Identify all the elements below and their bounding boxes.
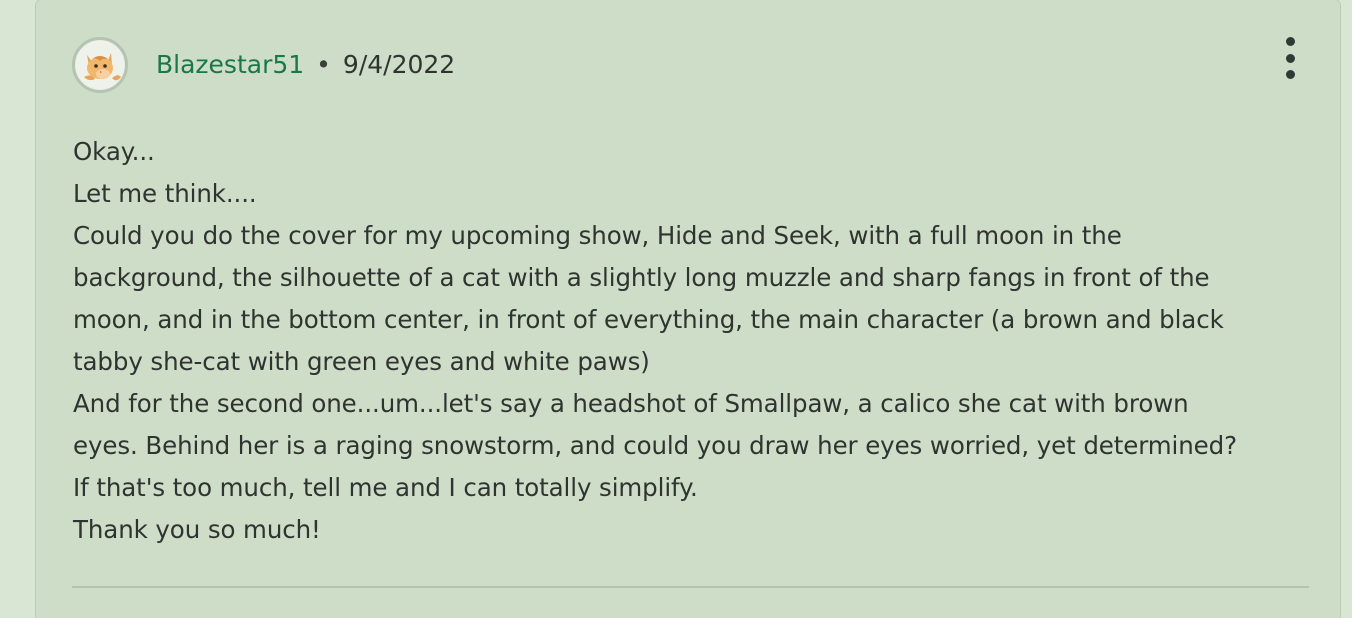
comment-line: background, the silhouette of a cat with… (73, 263, 1210, 292)
page: Blazestar51 • 9/4/2022 Okay... Let me th… (0, 0, 1352, 618)
comment-body: Okay... Let me think.... Could you do th… (73, 131, 1313, 551)
left-background-strip (0, 0, 35, 618)
vertical-ellipsis-icon-dot-1 (1285, 37, 1295, 46)
comment-header: Blazestar51 • 9/4/2022 (72, 34, 455, 96)
vertical-ellipsis-icon-dot-3 (1285, 70, 1295, 79)
vertical-ellipsis-icon-dot-2 (1285, 53, 1295, 63)
comment-line: Let me think.... (73, 179, 257, 208)
comment-card: Blazestar51 • 9/4/2022 Okay... Let me th… (35, 0, 1341, 618)
username-link[interactable]: Blazestar51 (156, 50, 304, 80)
more-options-button[interactable] (1278, 37, 1302, 79)
comment-line: eyes. Behind her is a raging snowstorm, … (73, 431, 1238, 460)
comment-line: Thank you so much! (73, 515, 321, 544)
meta-separator: • (316, 50, 331, 79)
avatar[interactable] (72, 37, 128, 93)
comment-meta: Blazestar51 • 9/4/2022 (156, 50, 455, 80)
comment-divider (72, 586, 1309, 588)
comment-line: Okay... (73, 137, 155, 166)
comment-line: moon, and in the bottom center, in front… (73, 305, 1224, 334)
comment-line: Could you do the cover for my upcoming s… (73, 221, 1122, 250)
comment-line: tabby she-cat with green eyes and white … (73, 347, 650, 376)
comment-line: If that's too much, tell me and I can to… (73, 473, 698, 502)
orange-cat-avatar-icon (76, 41, 124, 89)
comment-date: 9/4/2022 (342, 50, 456, 79)
comment-line: And for the second one...um...let's say … (73, 389, 1189, 418)
